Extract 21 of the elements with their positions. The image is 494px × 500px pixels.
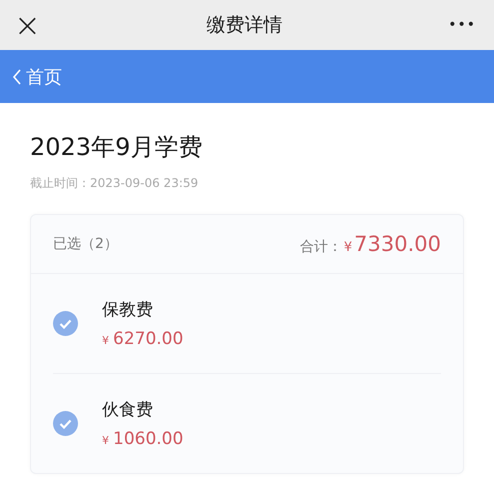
currency-sign: ¥	[102, 334, 109, 347]
checkbox[interactable]	[53, 311, 78, 336]
deadline-text: 截止时间：2023-09-06 23:59	[30, 175, 200, 192]
check-icon	[59, 418, 72, 428]
fee-name: 伙食费	[102, 399, 154, 421]
back-link[interactable]: 首页	[12, 64, 62, 88]
checkbox[interactable]	[53, 411, 78, 436]
fee-name: 保教费	[102, 299, 154, 321]
fee-amount: 1060.00	[113, 429, 184, 449]
selected-count: 已选（2）	[53, 235, 118, 253]
fee-amount: 6270.00	[113, 329, 184, 349]
total-amount: 7330.00	[354, 232, 441, 256]
check-icon	[59, 318, 72, 328]
bill-title: 2023年9月学费	[30, 132, 204, 163]
total-label: 合计：	[300, 238, 342, 256]
close-button[interactable]: ×	[14, 9, 41, 41]
currency-sign: ¥	[102, 434, 109, 447]
more-button[interactable]: •••	[448, 17, 476, 33]
currency-sign: ¥	[344, 240, 352, 255]
page-title: 缴费详情	[206, 13, 283, 38]
chevron-left-icon	[12, 68, 22, 86]
